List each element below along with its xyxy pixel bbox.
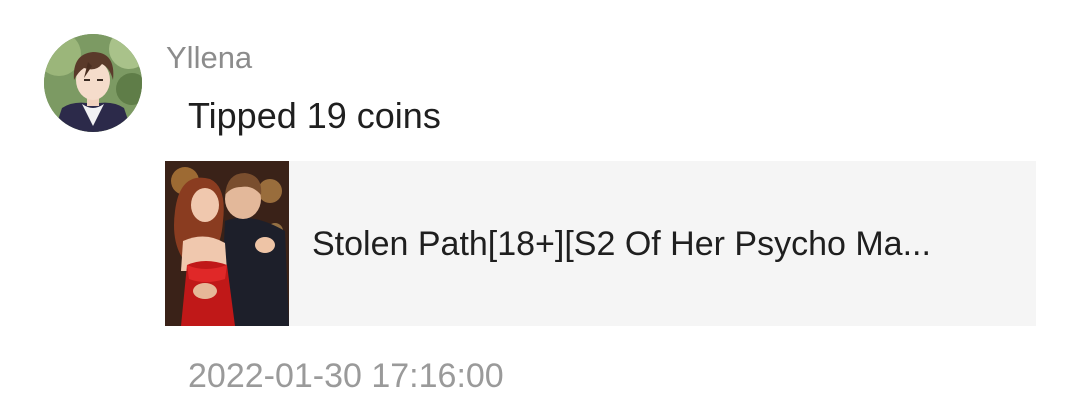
user-avatar[interactable] — [44, 34, 142, 132]
tip-comment-item: Yllena Tipped 19 coins Stolen Path[18+][… — [0, 0, 1080, 420]
tip-message: Tipped 19 coins — [188, 95, 441, 136]
avatar-image — [44, 34, 142, 132]
book-cover — [165, 161, 289, 326]
book-card[interactable]: Stolen Path[18+][S2 Of Her Psycho Ma... — [165, 161, 1036, 326]
book-cover-image — [165, 161, 289, 326]
username[interactable]: Yllena — [166, 38, 252, 78]
comment-timestamp: 2022-01-30 17:16:00 — [188, 357, 504, 395]
book-title[interactable]: Stolen Path[18+][S2 Of Her Psycho Ma... — [312, 223, 931, 265]
